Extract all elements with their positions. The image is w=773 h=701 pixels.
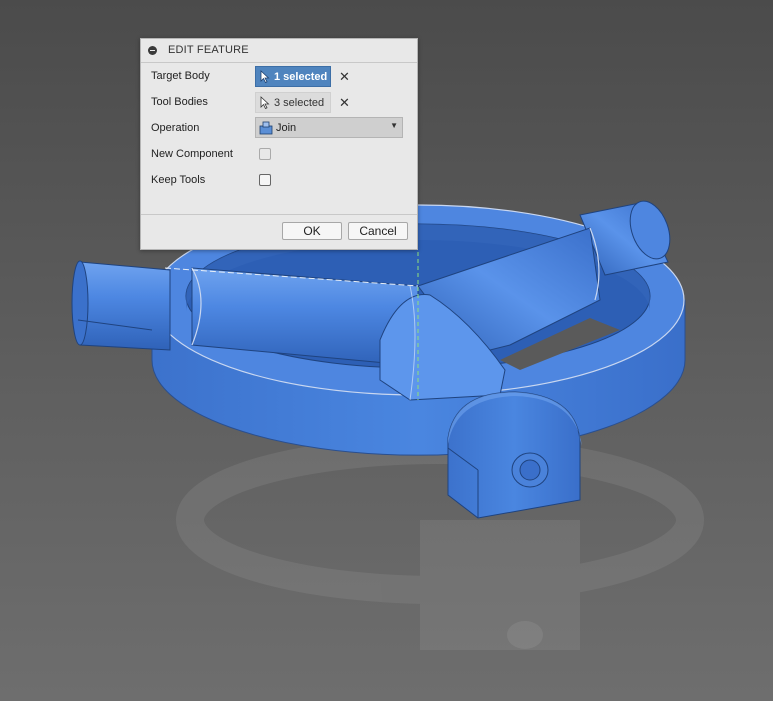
edit-feature-dialog: EDIT FEATURE Target Body 1 selected ✕ To… (140, 38, 418, 250)
tool-bodies-label: Tool Bodies (151, 96, 208, 108)
tool-bodies-select-button[interactable]: 3 selected (255, 92, 331, 113)
cancel-button[interactable]: Cancel (348, 222, 408, 240)
left-stub (71, 260, 171, 351)
new-component-label: New Component (151, 148, 233, 160)
target-body-value: 1 selected (274, 71, 328, 83)
cursor-arrow-icon (260, 96, 270, 109)
join-icon (259, 121, 273, 135)
chevron-down-icon: ▼ (390, 121, 398, 130)
target-body-select-button[interactable]: 1 selected (255, 66, 331, 87)
operation-label: Operation (151, 122, 200, 134)
new-component-checkbox[interactable] (259, 148, 271, 160)
keep-tools-checkbox[interactable] (259, 174, 271, 186)
cursor-arrow-icon (260, 70, 270, 83)
target-body-label: Target Body (151, 70, 210, 82)
dialog-header: EDIT FEATURE (141, 39, 417, 63)
ok-button[interactable]: OK (282, 222, 342, 240)
front-boss (447, 391, 582, 519)
dialog-title: EDIT FEATURE (168, 44, 249, 56)
collapse-icon[interactable] (148, 46, 157, 55)
dialog-footer (141, 214, 417, 215)
operation-value: Join (276, 122, 297, 134)
operation-dropdown[interactable]: Join ▼ (255, 117, 403, 138)
clear-tool-bodies-icon[interactable]: ✕ (339, 95, 350, 111)
keep-tools-label: Keep Tools (151, 174, 206, 186)
clear-target-body-icon[interactable]: ✕ (339, 69, 350, 85)
tool-bodies-value: 3 selected (274, 97, 325, 109)
